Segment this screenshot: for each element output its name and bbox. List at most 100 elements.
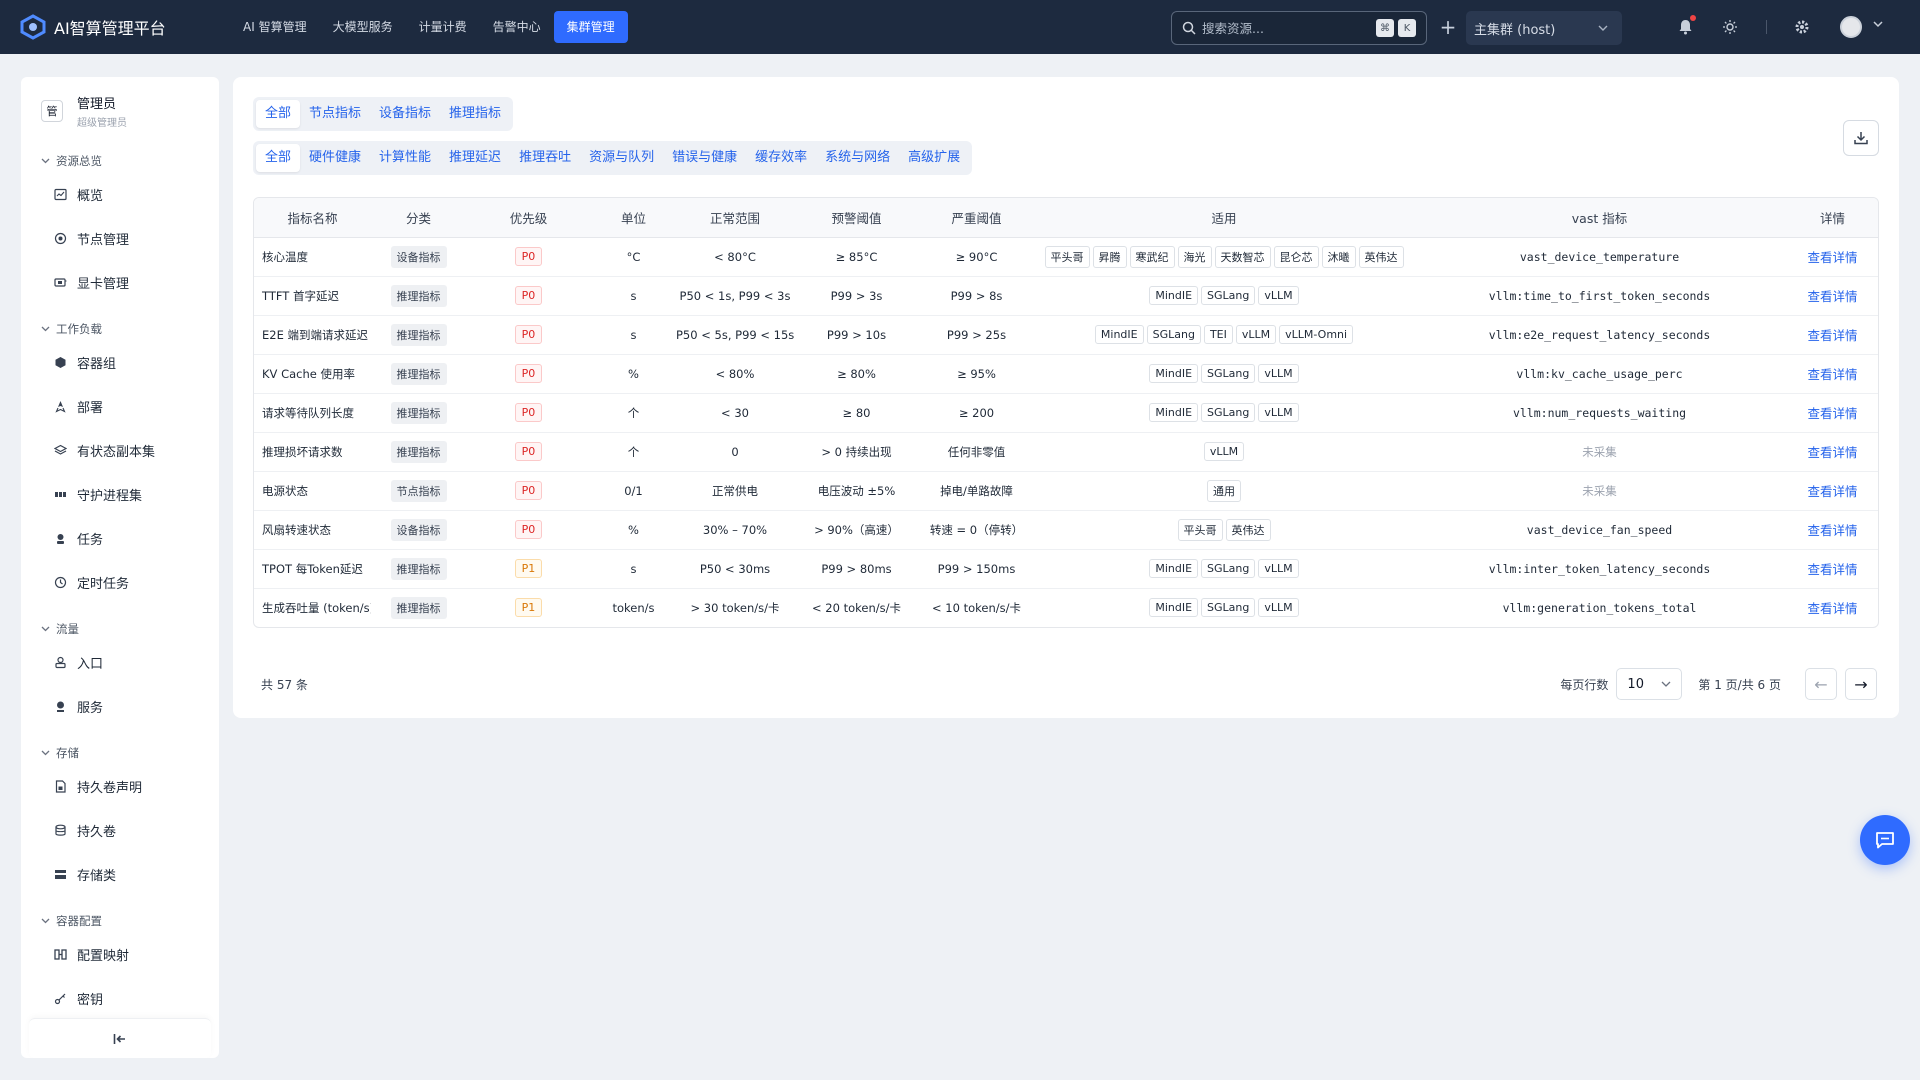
tab-compute-performance[interactable]: 计算性能 xyxy=(370,144,440,172)
column-header[interactable]: 指标名称 xyxy=(254,198,371,238)
table-cell: 转速 = 0（停转） xyxy=(919,510,1034,550)
cluster-select[interactable]: 主集群 (host) xyxy=(1466,11,1622,45)
chat-icon xyxy=(1876,832,1894,849)
sidebar-section-storage[interactable]: 存储 xyxy=(21,742,219,764)
sidebar-item-daemonsets[interactable]: 守护进程集 xyxy=(21,472,219,516)
table-cell: P0 xyxy=(466,510,591,550)
tab-system-network[interactable]: 系统与网络 xyxy=(816,144,899,172)
dashboard-icon xyxy=(53,187,67,201)
column-header[interactable]: 优先级 xyxy=(466,198,591,238)
sidebar-item-gpus[interactable]: 显卡管理 xyxy=(21,260,219,304)
search-input[interactable] xyxy=(1202,20,1372,36)
sidebar-item-ingress[interactable]: 入口 xyxy=(21,640,219,684)
view-details-link[interactable]: 查看详情 xyxy=(1807,601,1857,616)
download-button[interactable] xyxy=(1843,120,1879,156)
table-cell: KV Cache 使用率 xyxy=(254,354,371,394)
sidebar-item-pods[interactable]: 容器组 xyxy=(21,340,219,384)
applies-chip: vLLM xyxy=(1258,559,1299,578)
view-details-link[interactable]: 查看详情 xyxy=(1807,445,1857,460)
sidebar-section-container-config[interactable]: 容器配置 xyxy=(21,910,219,932)
tab-all[interactable]: 全部 xyxy=(256,100,301,128)
next-page-button[interactable]: → xyxy=(1845,668,1877,700)
sidebar-item-storageclass[interactable]: 存储类 xyxy=(21,852,219,896)
sidebar-collapse-button[interactable] xyxy=(29,1018,211,1058)
view-details-link[interactable]: 查看详情 xyxy=(1807,484,1857,499)
user-avatar[interactable] xyxy=(1840,16,1862,38)
warning-threshold: ≥ 80% xyxy=(837,366,876,381)
tab-inference-metrics[interactable]: 推理指标 xyxy=(440,100,510,128)
tab-category-all[interactable]: 全部 xyxy=(256,144,301,172)
table-cell: < 80°C xyxy=(676,237,794,277)
normal-range: 0 xyxy=(731,444,739,459)
sidebar-item-pvc[interactable]: 持久卷声明 xyxy=(21,764,219,808)
view-details-link[interactable]: 查看详情 xyxy=(1807,523,1857,538)
section-label: 流量 xyxy=(56,622,79,636)
theme-toggle-button[interactable] xyxy=(1719,16,1741,38)
tab-inference-latency[interactable]: 推理延迟 xyxy=(440,144,510,172)
column-header[interactable]: 严重阈值 xyxy=(919,198,1034,238)
app-logo[interactable]: AI智算管理平台 xyxy=(20,14,210,40)
table-cell: % xyxy=(591,354,676,394)
sidebar-item-jobs[interactable]: 任务 xyxy=(21,516,219,560)
sidebar-item-pv[interactable]: 持久卷 xyxy=(21,808,219,852)
sidebar-item-nodes[interactable]: 节点管理 xyxy=(21,216,219,260)
table-cell: 生成吞吐量 (token/s) xyxy=(254,588,371,627)
settings-button[interactable] xyxy=(1791,16,1813,38)
sidebar-item-overview[interactable]: 概览 xyxy=(21,172,219,216)
view-details-link[interactable]: 查看详情 xyxy=(1807,562,1857,577)
tab-error-health[interactable]: 错误与健康 xyxy=(663,144,746,172)
sidebar-item-cronjobs[interactable]: 定时任务 xyxy=(21,560,219,604)
column-header[interactable]: 分类 xyxy=(371,198,466,238)
unit: 0/1 xyxy=(624,483,643,498)
tab-advanced-extensions[interactable]: 高级扩展 xyxy=(899,144,969,172)
add-button[interactable]: + xyxy=(1436,14,1460,40)
sidebar-section-workloads[interactable]: 工作负载 xyxy=(21,318,219,340)
column-header[interactable]: 正常范围 xyxy=(676,198,794,238)
table-cell: < 80% xyxy=(676,354,794,394)
notification-button[interactable] xyxy=(1674,15,1696,38)
user-profile[interactable]: 管 管理员 超级管理员 xyxy=(21,86,219,136)
nav-cluster-management[interactable]: 集群管理 xyxy=(553,11,628,43)
sidebar-section-traffic[interactable]: 流量 xyxy=(21,618,219,640)
sidebar-item-label: 任务 xyxy=(77,532,104,548)
sidebar-item-configmaps[interactable]: 配置映射 xyxy=(21,932,219,976)
per-page-select[interactable]: 10 xyxy=(1616,668,1683,700)
tab-node-metrics[interactable]: 节点指标 xyxy=(300,100,370,128)
table-row: E2E 端到端请求延迟 推理指标 P0 s P50 < 5s, P99 < 15s P99… xyxy=(254,315,1878,355)
column-header[interactable]: vast 指标 xyxy=(1414,198,1785,238)
prev-page-button[interactable]: ← xyxy=(1805,668,1837,700)
nav-billing[interactable]: 计量计费 xyxy=(406,11,480,43)
sidebar-item-secrets[interactable]: 密钥 xyxy=(21,976,219,1020)
search-box[interactable]: ⌘ K xyxy=(1171,11,1427,45)
view-details-link[interactable]: 查看详情 xyxy=(1807,289,1857,304)
chevron-down-icon xyxy=(41,326,50,332)
tab-hardware-health[interactable]: 硬件健康 xyxy=(300,144,370,172)
tab-device-metrics[interactable]: 设备指标 xyxy=(370,100,440,128)
sidebar: 管 管理员 超级管理员 资源总览 概览 节点管理 显卡管理 工作负载 容器组 部… xyxy=(21,77,219,1058)
tab-cache-efficiency[interactable]: 缓存效率 xyxy=(746,144,816,172)
column-header[interactable]: 适用 xyxy=(1034,198,1414,238)
sidebar-item-label: 持久卷 xyxy=(77,824,117,840)
tab-resource-queue[interactable]: 资源与队列 xyxy=(580,144,663,172)
warning-threshold: ≥ 80 xyxy=(842,405,871,420)
view-details-link[interactable]: 查看详情 xyxy=(1807,328,1857,343)
applies-chip: 寒武纪 xyxy=(1129,245,1175,268)
column-header[interactable]: 单位 xyxy=(591,198,676,238)
column-header[interactable]: 详情 xyxy=(1785,198,1878,238)
sidebar-item-services[interactable]: 服务 xyxy=(21,684,219,728)
sidebar-item-label: 配置映射 xyxy=(77,948,130,964)
sidebar-item-statefulsets[interactable]: 有状态副本集 xyxy=(21,428,219,472)
view-details-link[interactable]: 查看详情 xyxy=(1807,250,1857,265)
nav-alert-center[interactable]: 告警中心 xyxy=(480,11,554,43)
nav-ai-compute[interactable]: AI 智算管理 xyxy=(230,11,320,43)
view-details-link[interactable]: 查看详情 xyxy=(1807,406,1857,421)
nav-llm-service[interactable]: 大模型服务 xyxy=(320,11,406,43)
sidebar-item-deployments[interactable]: 部署 xyxy=(21,384,219,428)
sidebar-section-resource-overview[interactable]: 资源总览 xyxy=(21,150,219,172)
chat-button[interactable] xyxy=(1860,815,1910,865)
column-header[interactable]: 预警阈值 xyxy=(794,198,919,238)
chevron-down-icon[interactable] xyxy=(1872,18,1884,30)
view-details-link[interactable]: 查看详情 xyxy=(1807,367,1857,382)
warning-threshold: > 90%（高速） xyxy=(814,522,899,537)
tab-inference-throughput[interactable]: 推理吞吐 xyxy=(510,144,580,172)
